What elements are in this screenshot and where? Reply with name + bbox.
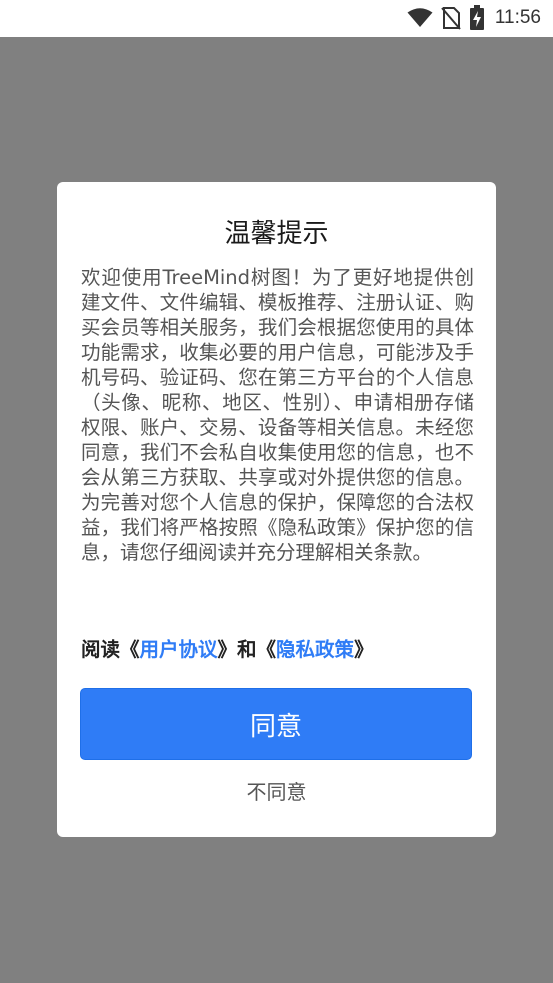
- dialog-title: 温馨提示: [224, 219, 329, 249]
- battery-charging-icon: [469, 5, 485, 31]
- user-agreement-link[interactable]: 用户协议: [140, 638, 218, 661]
- status-time: 11:56: [494, 7, 541, 28]
- privacy-dialog: 温馨提示 欢迎使用TreeMind树图！为了更好地提供创建文件、文件编辑、模板推…: [57, 182, 496, 837]
- status-bar: 11:56: [0, 0, 553, 37]
- wifi-icon: [407, 8, 433, 28]
- links-middle: 》和《: [217, 638, 277, 661]
- links-suffix: 》: [354, 638, 374, 661]
- status-icons: 11:56: [407, 5, 541, 31]
- no-sim-icon: [441, 6, 461, 30]
- disagree-button[interactable]: 不同意: [57, 774, 496, 810]
- privacy-policy-link[interactable]: 隐私政策: [276, 638, 354, 661]
- dialog-body-text: 欢迎使用TreeMind树图！为了更好地提供创建文件、文件编辑、模板推荐、注册认…: [81, 266, 474, 564]
- agree-button[interactable]: 同意: [80, 688, 472, 760]
- agreement-links-row: 阅读《用户协议》和《隐私政策》: [81, 635, 474, 665]
- links-prefix: 阅读《: [81, 638, 140, 661]
